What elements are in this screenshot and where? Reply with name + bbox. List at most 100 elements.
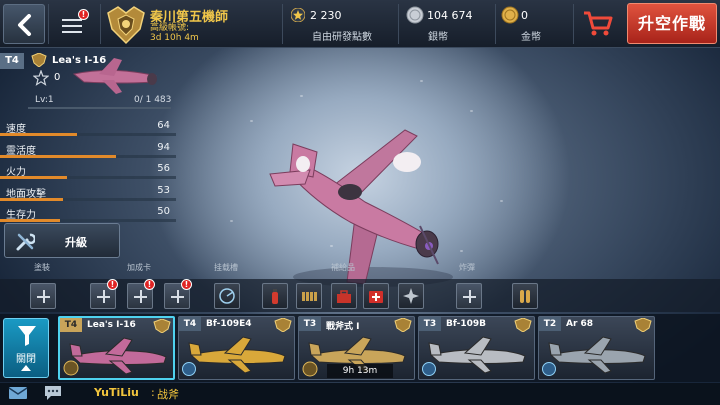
gold-value: 0: [521, 9, 528, 22]
empty-slot-add-button[interactable]: [30, 283, 56, 309]
stat-bar: [0, 133, 176, 136]
plane-stats-list: 速度 64 靈活度 94 火力 56 地面攻擊 53 生存力 50: [0, 118, 176, 226]
fire-extinguisher-icon: [272, 289, 278, 304]
slot-category-bombs: 炸彈: [459, 263, 475, 272]
lightning-boost-icon: [182, 362, 196, 376]
chat-separator: :: [151, 386, 155, 399]
menu-notification-badge: !: [78, 9, 89, 20]
card-tier-tag: T3: [419, 317, 441, 331]
silver-label: 銀幣: [428, 32, 448, 43]
back-arrow-icon: [18, 14, 31, 36]
rank-chevron-icon: [31, 53, 47, 67]
stat-value: 50: [157, 206, 170, 217]
rank-chevron-icon: [394, 318, 412, 332]
mail-icon[interactable]: [8, 386, 28, 400]
premium-account-time: 3d 10h 4m: [150, 33, 199, 43]
shop-cart-button[interactable]: [578, 6, 618, 42]
stat-value: 94: [157, 141, 170, 153]
silver-block[interactable]: 104 674 銀幣: [400, 0, 494, 48]
plane-xp-bar: [28, 107, 171, 109]
hangar-plane-card[interactable]: T4 Lea's I-16: [58, 316, 175, 380]
slot-notification-badge: !: [107, 279, 118, 290]
research-points-label: 自由研發點數: [312, 32, 372, 43]
gold-coin-icon: [501, 6, 519, 24]
chat-username[interactable]: YuTiLiu: [94, 386, 139, 399]
stat-value: 64: [157, 120, 170, 131]
empty-slot-add-button[interactable]: !: [164, 279, 192, 309]
toolbox-icon: [337, 290, 351, 303]
slot-notification-badge: !: [144, 279, 155, 290]
upgrade-label: 升級: [65, 236, 87, 249]
slot-category-boost-cards: 加成卡: [127, 263, 151, 272]
card-plane-name: Bf-109B: [446, 319, 486, 329]
rank-chevron-icon: [634, 318, 652, 332]
empty-slot-add-button[interactable]: !: [90, 279, 118, 309]
card-tier-tag: T2: [539, 317, 561, 331]
stat-value: 53: [157, 184, 170, 196]
stat-value: 56: [157, 163, 170, 174]
card-plane-image: [188, 336, 286, 374]
wrench-screwdriver-icon: [16, 233, 35, 251]
empty-slot-add-button[interactable]: [456, 283, 482, 309]
card-tier-tag: T3: [299, 317, 321, 331]
level-star-count: 0: [54, 72, 61, 83]
equipped-slot-bullets[interactable]: [512, 283, 538, 309]
card-tier-tag: T4: [179, 317, 201, 331]
empty-slot-add-button[interactable]: !: [127, 279, 155, 309]
rank-chevron-icon: [153, 319, 171, 333]
radar-icon: [219, 288, 235, 304]
premium-account-label: 高級帳號: 3d 10h 4m: [150, 23, 199, 43]
stat-bar: [0, 176, 176, 179]
plane-tier-tag: T4: [0, 53, 24, 69]
card-tier-tag: T4: [60, 318, 82, 332]
silver-coin-icon: [406, 6, 424, 24]
close-hangar-label: 關閉: [16, 354, 36, 365]
chat-message: 战斧: [157, 388, 179, 401]
chat-bubble-icon[interactable]: [43, 385, 63, 401]
lightning-boost-icon: [422, 362, 436, 376]
equipped-slot-toolbox[interactable]: [331, 283, 357, 309]
hamburger-icon: [62, 19, 82, 37]
slot-notification-badge: !: [181, 279, 192, 290]
research-points-block[interactable]: 2 230 自由研發點數: [284, 0, 396, 48]
rank-chevron-icon: [514, 318, 532, 332]
menu-button[interactable]: !: [52, 6, 92, 42]
stat-row: 地面攻擊 53: [0, 183, 176, 205]
equipped-slot-shrapnel[interactable]: [398, 283, 424, 309]
equipped-slot-ammo-belt[interactable]: [296, 283, 322, 309]
filter-funnel-icon: [18, 326, 36, 346]
research-points-value: 2 230: [310, 9, 342, 22]
rank-insignia-icon[interactable]: [106, 3, 146, 45]
card-plane-image: [428, 336, 526, 374]
card-plane-name: Ar 68: [566, 319, 594, 329]
equipped-slot-fire-extinguisher[interactable]: [262, 283, 288, 309]
equipped-slot-radar[interactable]: [214, 283, 240, 309]
laurel-badge-icon: [63, 360, 79, 376]
ammo-belt-icon: [302, 292, 317, 301]
hero-plane-model[interactable]: [255, 122, 465, 292]
medkit-icon: [369, 291, 383, 303]
equipped-slot-medkit[interactable]: [363, 283, 389, 309]
hangar-plane-card[interactable]: T4 Bf-109E4: [178, 316, 295, 380]
slot-category-paint: 塗裝: [34, 263, 50, 272]
gold-label: 金幣: [521, 32, 541, 43]
plane-xp-value: 0/ 1 483: [134, 95, 172, 105]
slot-category-supplies: 補給品: [331, 263, 355, 272]
upgrade-button[interactable]: 升級: [4, 223, 120, 258]
bullets-icon: [520, 290, 530, 303]
card-plane-image: [69, 337, 167, 375]
close-hangar-button[interactable]: 關閉: [3, 318, 49, 378]
plane-thumbnail: [72, 58, 157, 94]
card-repair-timer: 9h 13m: [327, 364, 393, 378]
gold-block[interactable]: 0 金幣: [497, 0, 571, 48]
plane-level-label: Lv:1: [35, 95, 54, 105]
hangar-plane-card[interactable]: T3 Bf-109B: [418, 316, 535, 380]
take-off-battle-button[interactable]: 升空作戰: [627, 3, 717, 44]
card-plane-image: [548, 336, 646, 374]
stat-row: 速度 64: [0, 118, 176, 140]
hangar-plane-card[interactable]: T2 Ar 68: [538, 316, 655, 380]
hangar-plane-card[interactable]: T3 戰斧式 I 9h 13m: [298, 316, 415, 380]
back-button[interactable]: [3, 4, 45, 44]
laurel-badge-icon: [302, 361, 318, 377]
stat-row: 火力 56: [0, 161, 176, 183]
